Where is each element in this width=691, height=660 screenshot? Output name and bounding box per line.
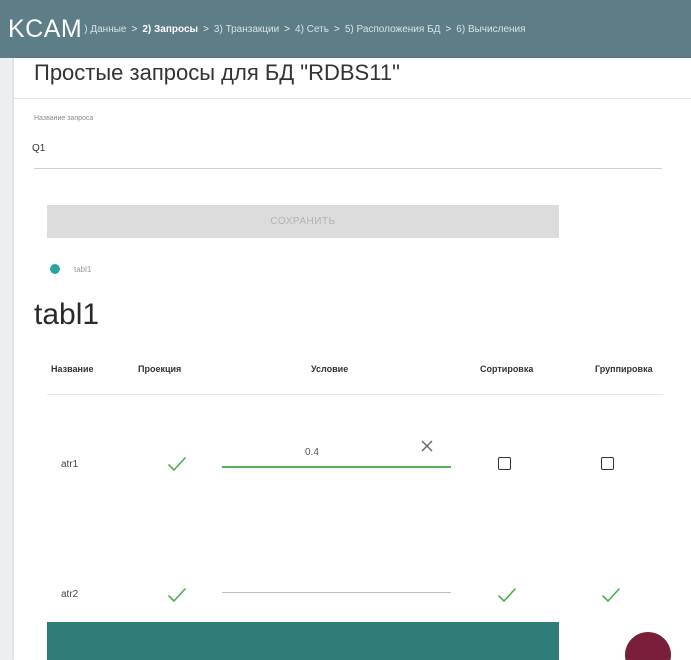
divider [14,98,691,99]
condition-input-underline [222,592,451,593]
column-header-name: Название [51,364,94,374]
table-row: atr2 [14,560,691,620]
condition-input-underline [222,466,451,468]
check-icon[interactable] [166,584,188,606]
chevron-right-icon: > [445,23,452,35]
group-checkbox[interactable] [601,457,614,470]
query-name-underline [34,168,662,169]
column-header-projection: Проекция [138,364,182,374]
close-icon[interactable] [420,439,434,453]
column-header-group: Группировка [595,364,653,374]
breadcrumb-data[interactable]: ) Данные [84,24,126,35]
header-divider [47,394,663,395]
save-button[interactable]: СОХРАНИТЬ [47,205,559,238]
query-name-input[interactable] [32,143,662,154]
query-name-label: Название запроса [34,115,94,122]
query-editor-card: Простые запросы для БД "RDBS11" Название… [14,58,691,660]
table-row: atr1 0.4 [14,428,691,488]
group-check-icon[interactable] [600,584,622,606]
column-header-condition: Условие [311,364,349,374]
attribute-name: atr1 [61,459,79,470]
breadcrumb-queries[interactable]: 2) Запросы [142,24,198,35]
page-title: Простые запросы для БД "RDBS11" [34,60,400,85]
condition-value[interactable]: 0.4 [305,447,319,458]
breadcrumb-db-locations[interactable]: 5) Расположения БД [345,24,441,35]
floating-action-button[interactable] [625,632,671,660]
column-header-sort: Сортировка [480,364,534,374]
chevron-right-icon: > [333,23,340,35]
breadcrumb: ) Данные > 2) Запросы > 3) Транзакции > … [84,24,525,35]
breadcrumb-network[interactable]: 4) Сеть [295,24,329,35]
check-icon[interactable] [166,453,188,475]
chevron-right-icon: > [203,23,209,35]
radio-selected-icon[interactable] [50,264,60,274]
table-radio-option[interactable]: tabl1 [50,264,91,274]
sort-checkbox[interactable] [498,457,511,470]
chevron-right-icon: > [131,23,138,35]
attribute-name: atr2 [61,589,79,600]
chevron-right-icon: > [284,23,291,35]
radio-label: tabl1 [74,264,92,274]
breadcrumb-computations[interactable]: 6) Вычисления [456,24,525,35]
app-logo: KCAM [8,14,83,43]
table-header: Название Проекция Условие Сортировка Гру… [47,364,691,394]
sort-check-icon[interactable] [496,584,518,606]
primary-action-button[interactable] [47,622,559,660]
top-bar: KCAM ) Данные > 2) Запросы > 3) Транзакц… [0,0,691,58]
breadcrumb-transactions[interactable]: 3) Транзакции [214,24,279,35]
table-title: tabl1 [34,298,100,331]
